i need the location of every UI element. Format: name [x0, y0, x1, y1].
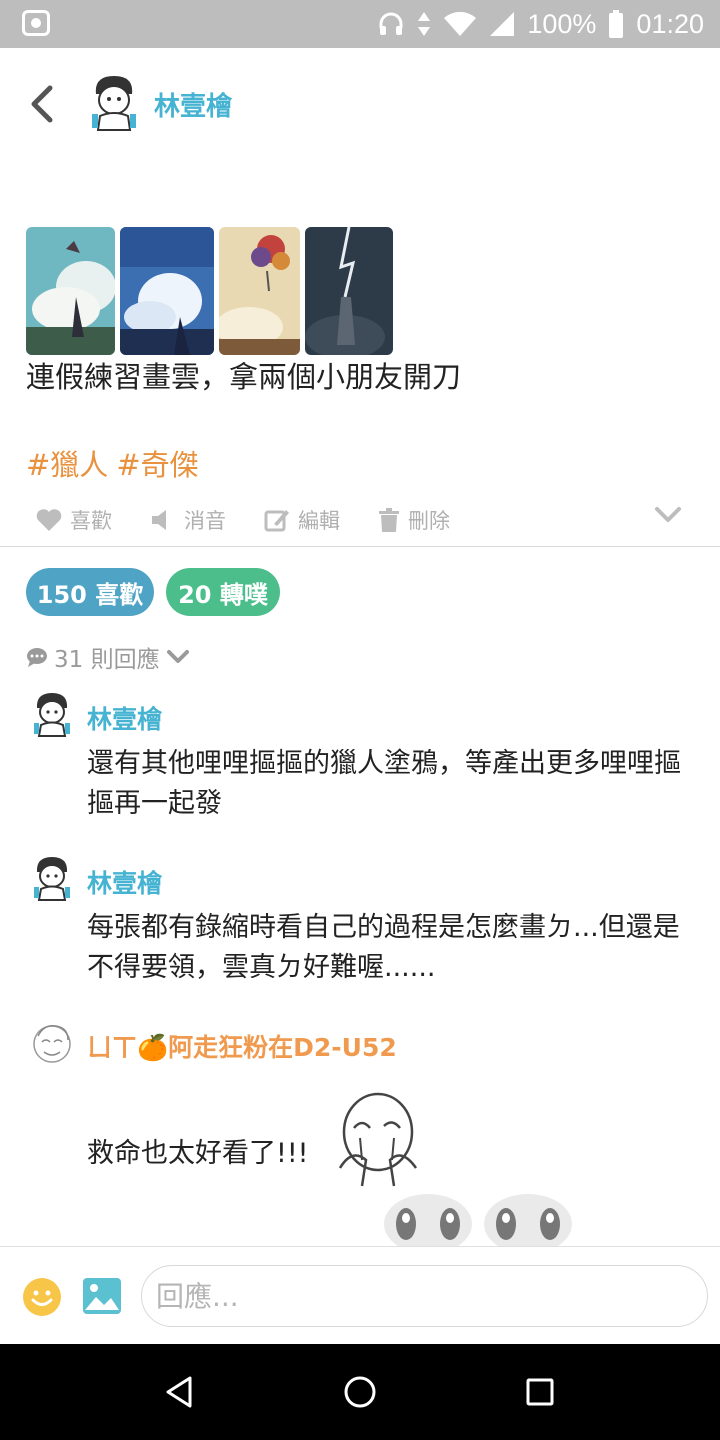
like-button[interactable]: 喜歡 — [36, 505, 112, 535]
tag-hunter[interactable]: #獵人 — [26, 442, 108, 484]
wifi-icon — [444, 11, 477, 36]
avatar[interactable] — [30, 690, 74, 738]
chevron-left-icon[interactable] — [22, 84, 62, 124]
comment-author[interactable]: ㄩㄒ🍊阿走狂粉在D2-U52 — [87, 1028, 397, 1064]
comment-text: 救命也太好看了!!! — [87, 1138, 309, 1169]
home-circle-icon[interactable] — [338, 1370, 382, 1414]
comment-author[interactable]: 林壹檜 — [87, 864, 162, 900]
avatar[interactable] — [30, 1020, 74, 1068]
edit-button[interactable]: 編輯 — [264, 505, 340, 535]
data-arrows-icon — [418, 12, 431, 36]
app-tv-icon — [22, 10, 50, 36]
edit-label: 編輯 — [298, 509, 340, 533]
comment-text: 每張都有錄縮時看自己的過程是怎麼畫ㄉ...但還是不得要領，雲真ㄉ好難喔.....… — [87, 912, 680, 983]
signal-icon — [490, 12, 515, 36]
post-actions: 喜歡 消音 編輯 刪除 — [36, 502, 686, 538]
replurks-count-button[interactable]: 20 轉噗 — [166, 568, 280, 616]
headphones-icon — [379, 12, 403, 35]
back-triangle-icon[interactable] — [158, 1370, 202, 1414]
post-header: 林壹檜 — [0, 48, 720, 158]
speaker-icon — [152, 510, 166, 530]
like-label: 喜歡 — [70, 509, 112, 533]
post-images — [26, 227, 393, 355]
mute-button[interactable]: 消音 — [150, 505, 226, 535]
chevron-down-icon[interactable] — [654, 506, 682, 524]
likes-count-button[interactable]: 150 喜歡 — [26, 568, 154, 616]
avatar[interactable] — [86, 72, 142, 132]
chevron-down-icon — [166, 650, 189, 663]
reply-count-label: 31 則回應 — [54, 647, 160, 673]
delete-label: 刪除 — [408, 509, 450, 533]
thumbnail-3[interactable] — [219, 227, 300, 355]
reply-input[interactable] — [141, 1265, 708, 1327]
post-tags: #獵人 #奇傑 — [26, 442, 199, 484]
edit-icon — [264, 510, 289, 532]
heart-icon — [36, 509, 62, 531]
thumbnail-4[interactable] — [305, 227, 393, 355]
tag-killua-gon[interactable]: #奇傑 — [116, 442, 198, 484]
smiley-icon[interactable] — [22, 1277, 62, 1317]
crying-sticker — [332, 1088, 432, 1188]
clock: 01:20 — [636, 8, 704, 39]
mute-label: 消音 — [184, 509, 226, 533]
status-bar: 100% 01:20 — [0, 0, 720, 48]
comment-text: 還有其他哩哩摳摳的獵人塗鴉，等產出更多哩哩摳摳再一起發 — [87, 748, 681, 819]
trash-icon — [379, 508, 399, 532]
thumbnail-2[interactable] — [120, 227, 214, 355]
status-icons: 100% 01:20 — [377, 0, 704, 48]
divider — [0, 546, 720, 547]
reply-bar — [0, 1246, 720, 1344]
author-name[interactable]: 林壹檜 — [154, 86, 232, 123]
post-text: 連假練習畫雲，拿兩個小朋友開刀 — [26, 360, 462, 394]
thumbnail-1[interactable] — [26, 227, 115, 355]
recents-square-icon[interactable] — [518, 1370, 562, 1414]
battery-icon — [609, 10, 624, 38]
delete-button[interactable]: 刪除 — [378, 505, 450, 535]
system-nav-bar — [0, 1344, 720, 1440]
eyes-sticker — [378, 1194, 578, 1248]
comment-author[interactable]: 林壹檜 — [87, 700, 162, 736]
avatar[interactable] — [30, 854, 74, 902]
image-icon[interactable] — [82, 1277, 122, 1315]
battery-percent: 100% — [527, 8, 597, 39]
speech-bubble-icon — [27, 648, 47, 667]
reply-count-toggle[interactable]: 31 則回應 — [26, 640, 190, 674]
